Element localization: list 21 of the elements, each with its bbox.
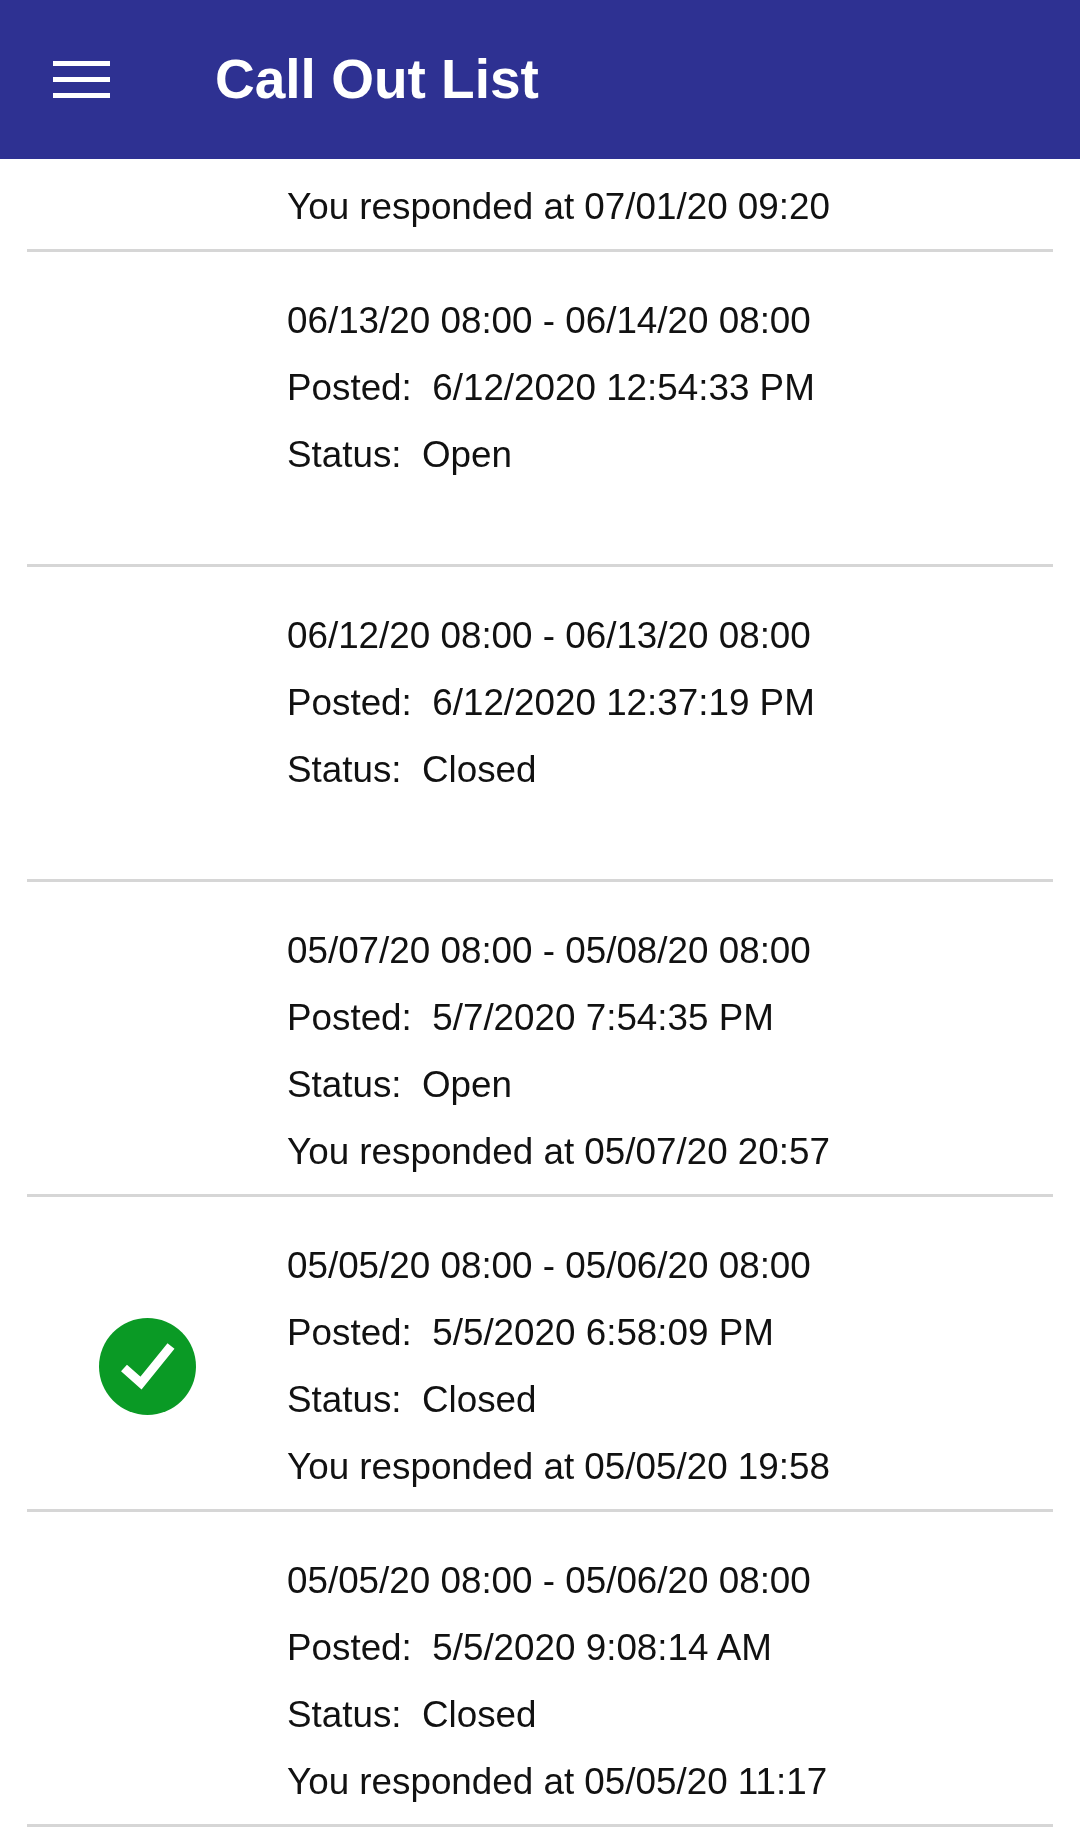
status-text: Status: Closed: [287, 748, 538, 792]
period-text: 06/12/20 08:00 - 06/13/20 08:00: [287, 614, 812, 658]
response-text: You responded at 05/05/20 11:17: [287, 1760, 829, 1804]
period-text: 05/05/20 08:00 - 05/06/20 08:00: [287, 1244, 812, 1288]
status-text: Status: Closed: [287, 1378, 538, 1422]
posted-text: Posted: 5/5/2020 6:58:09 PM: [287, 1311, 775, 1355]
status-text: Status: Open: [287, 433, 513, 477]
posted-text: Posted: 6/12/2020 12:37:19 PM: [287, 681, 816, 725]
response-text: You responded at 05/07/20 20:57: [287, 1130, 831, 1174]
posted-text: Posted: 6/12/2020 12:54:33 PM: [287, 366, 816, 410]
menu-icon[interactable]: [53, 61, 110, 98]
period-text: 06/13/20 08:00 - 06/14/20 08:00: [287, 299, 812, 343]
status-text: Status: Open: [287, 1063, 513, 1107]
response-text: You responded at 07/01/20 09:20: [287, 185, 831, 229]
status-text: Status: Closed: [287, 1693, 538, 1737]
period-text: 05/05/20 08:00 - 05/06/20 08:00: [287, 1559, 812, 1603]
period-text: 05/07/20 08:00 - 05/08/20 08:00: [287, 929, 812, 973]
posted-text: Posted: 5/7/2020 7:54:35 PM: [287, 996, 775, 1040]
response-text: You responded at 05/05/20 19:58: [287, 1445, 831, 1489]
app-title: Call Out List: [215, 49, 539, 110]
posted-text: Posted: 5/5/2020 9:08:14 AM: [287, 1626, 773, 1670]
